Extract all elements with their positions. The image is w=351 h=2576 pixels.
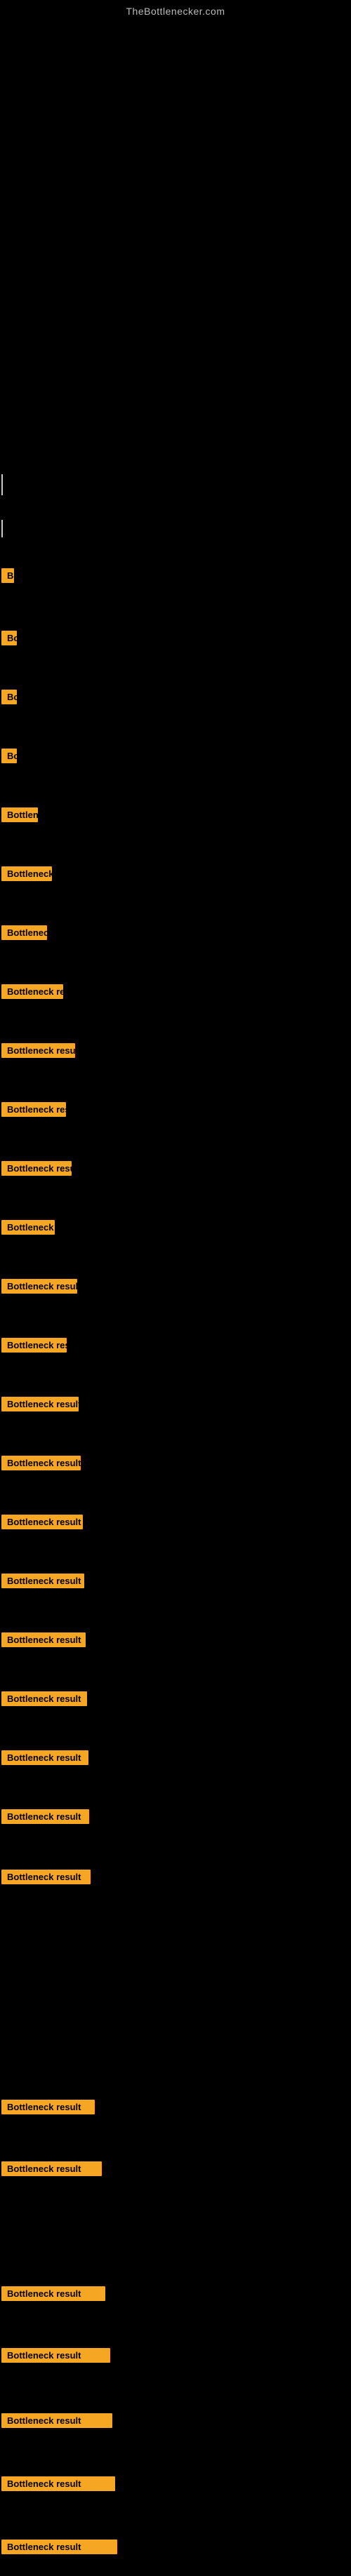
indicator-area-2 <box>0 509 351 544</box>
black-space-16 <box>0 1477 351 1512</box>
label-bottleneck-result-2972: Bottleneck result <box>0 2409 351 2436</box>
label-bottleneck-res-2: Bottleneck res <box>0 1099 351 1123</box>
label-bottleneck-result-3: Bottleneck result <box>0 1394 351 1418</box>
label-bottleneck-result-2: Bottleneck result <box>0 1276 351 1300</box>
label-bottleneck-result-4: Bottleneck result <box>0 1453 351 1477</box>
label-bottleneck-result-1: Bottleneck result <box>0 1040 351 1064</box>
black-space-23 <box>0 1892 351 2095</box>
black-space-25 <box>0 2184 351 2282</box>
black-space-21 <box>0 1771 351 1806</box>
black-space-27 <box>0 2370 351 2409</box>
label-bo-1: Bo <box>0 628 351 652</box>
black-space-final <box>0 2562 351 2576</box>
black-space-28 <box>0 2436 351 2472</box>
label-bottleneck-r-2: Bottleneck r <box>0 1217 351 1241</box>
black-space-17 <box>0 1536 351 1571</box>
label-bottleneck-result-2618: Bottleneck result <box>0 2157 351 2184</box>
black-space-9 <box>0 1064 351 1099</box>
black-space-15 <box>0 1418 351 1453</box>
label-bottleneck-resul: Bottleneck resul <box>0 1158 351 1182</box>
chart-area <box>0 18 351 460</box>
label-bottleneck-result-6: Bottleneck result <box>0 1571 351 1595</box>
black-space-24 <box>0 2122 351 2157</box>
label-bottleneck-result-3059: Bottleneck result <box>0 2472 351 2499</box>
black-space-14 <box>0 1359 351 1394</box>
black-space-20 <box>0 1712 351 1747</box>
black-space-26 <box>0 2309 351 2344</box>
label-bo-2: Bo <box>0 687 351 711</box>
label-bottleneck-result-10: Bottleneck result <box>0 1806 351 1830</box>
site-title: TheBottlenecker.com <box>0 0 351 18</box>
label-bottleneck-r: Bottleneck r <box>0 864 351 887</box>
spacer-top <box>0 502 351 509</box>
label-bottleneck-result-7: Bottleneck result <box>0 1630 351 1653</box>
black-space-29 <box>0 2499 351 2535</box>
label-bottleneck-result-2795: Bottleneck result <box>0 2282 351 2309</box>
black-bar-1 <box>0 544 351 565</box>
label-bottleneck-result-5: Bottleneck result <box>0 1512 351 1536</box>
black-space-8 <box>0 1005 351 1040</box>
label-bottleneck-result-2177: Bottleneck result <box>0 1865 351 1892</box>
black-space-10 <box>0 1123 351 1158</box>
black-space-1 <box>0 589 351 628</box>
black-space-4 <box>0 770 351 805</box>
black-space-11 <box>0 1182 351 1217</box>
label-bottleneck: Bottleneck <box>0 923 351 946</box>
site-title-text: TheBottlenecker.com <box>126 6 225 17</box>
black-space-7 <box>0 946 351 981</box>
black-space-12 <box>0 1241 351 1276</box>
label-b: B <box>0 565 351 589</box>
black-space-2 <box>0 652 351 687</box>
black-space-6 <box>0 887 351 923</box>
label-bottleneck-res-3: Bottleneck res <box>0 1335 351 1359</box>
label-bottleneck-result-2880: Bottleneck result <box>0 2344 351 2370</box>
black-space-22 <box>0 1830 351 1865</box>
label-bottleneck-result-8: Bottleneck result <box>0 1689 351 1712</box>
black-space-19 <box>0 1653 351 1689</box>
label-bottleneck-result-9: Bottleneck result <box>0 1747 351 1771</box>
label-bottleneck-result-2531: Bottleneck result <box>0 2095 351 2122</box>
page-wrapper: TheBottlenecker.com B Bo Bo Bo Bottlene … <box>0 0 351 2576</box>
black-space-18 <box>0 1595 351 1630</box>
indicator-area <box>0 460 351 502</box>
label-bo-3: Bo <box>0 746 351 770</box>
black-space-5 <box>0 829 351 864</box>
black-space-13 <box>0 1300 351 1335</box>
label-bottleneck-result-3148: Bottleneck result <box>0 2535 351 2562</box>
label-bottlene: Bottlene <box>0 805 351 829</box>
black-space-3 <box>0 711 351 746</box>
label-bottleneck-res-1: Bottleneck res <box>0 981 351 1005</box>
